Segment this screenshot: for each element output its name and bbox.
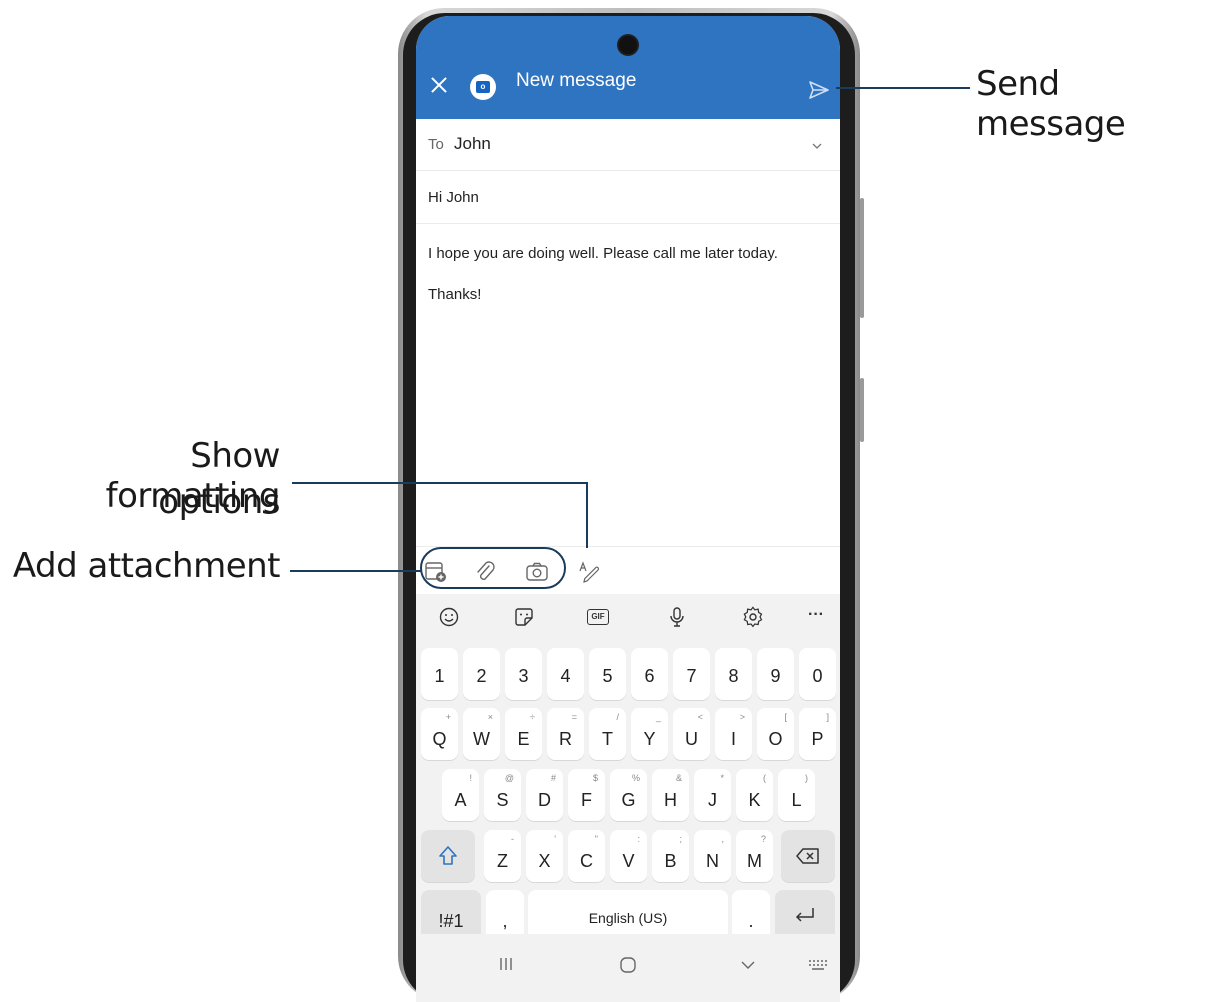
keyboard-key[interactable]: _ Y xyxy=(631,708,668,760)
microphone-icon[interactable] xyxy=(666,606,688,628)
keyboard-key[interactable]: > I xyxy=(715,708,752,760)
keyboard-key[interactable]: ,N xyxy=(694,830,731,882)
keyboard-key[interactable]: ÷ E xyxy=(505,708,542,760)
keyboard-key[interactable]: ? M xyxy=(736,830,773,882)
keyboard-key[interactable]: < U xyxy=(673,708,710,760)
callout-add-attachment: Add attachment xyxy=(12,546,281,586)
message-body-line[interactable]: I hope you are doing well. Please call m… xyxy=(428,245,778,262)
keyboard-key[interactable]: × W xyxy=(463,708,500,760)
keyboard-key[interactable]: 3 xyxy=(505,648,542,700)
to-label: To xyxy=(428,136,444,153)
phone-screen: o New message To John Hi John I hope you… xyxy=(416,16,840,1002)
power-button xyxy=(860,378,864,442)
subject-field[interactable]: Hi John xyxy=(428,189,479,206)
keyboard-key[interactable]: 6 xyxy=(631,648,668,700)
keyboard-switch-icon[interactable] xyxy=(808,958,828,972)
keyboard-key[interactable]: 8 xyxy=(715,648,752,700)
keyboard-key[interactable]: $ F xyxy=(568,769,605,821)
format-text-icon[interactable] xyxy=(578,561,602,583)
keyboard-key[interactable]: ! A xyxy=(442,769,479,821)
message-body-line[interactable]: Thanks! xyxy=(428,286,481,303)
keyboard-key[interactable]: -Z xyxy=(484,830,521,882)
backspace-key[interactable] xyxy=(781,830,835,882)
callout-formatting-line2: options xyxy=(158,482,280,522)
recent-apps-icon[interactable] xyxy=(498,956,514,972)
recipient-chip[interactable]: John xyxy=(454,134,491,154)
volume-button xyxy=(860,198,864,318)
keyboard-key[interactable]: 4 xyxy=(547,648,584,700)
keyboard-key[interactable]: % G xyxy=(610,769,647,821)
keyboard-key[interactable]: [O xyxy=(757,708,794,760)
hide-keyboard-icon[interactable] xyxy=(740,960,756,970)
more-options-icon[interactable]: ··· xyxy=(808,606,830,628)
keyboard-toolbar: GIF ··· xyxy=(416,594,840,640)
app-header: o New message xyxy=(416,16,840,119)
backspace-icon xyxy=(796,848,819,864)
callout-line-formatting xyxy=(292,482,588,484)
keyboard-key[interactable]: :V xyxy=(610,830,647,882)
keyboard-key[interactable]: ] P xyxy=(799,708,836,760)
header-title: New message xyxy=(516,70,637,91)
front-camera xyxy=(619,36,637,54)
keyboard-key[interactable]: 2 xyxy=(463,648,500,700)
send-icon[interactable] xyxy=(808,79,830,101)
keyboard-key[interactable]: & H xyxy=(652,769,689,821)
gif-icon[interactable]: GIF xyxy=(587,609,609,625)
attachment-highlight xyxy=(420,547,566,589)
callout-line-attachment xyxy=(290,570,422,572)
keyboard-key[interactable]: ) L xyxy=(778,769,815,821)
keyboard-key[interactable]: ' X xyxy=(526,830,563,882)
enter-icon xyxy=(795,908,814,922)
keyboard-key[interactable]: " C xyxy=(568,830,605,882)
callout-line-formatting-vertical xyxy=(586,482,588,548)
subject-field-row[interactable]: Hi John xyxy=(416,171,840,224)
keyboard-key[interactable]: 9 xyxy=(757,648,794,700)
callout-send-message: Send message xyxy=(976,64,1126,144)
keyboard-key[interactable]: 5 xyxy=(589,648,626,700)
close-icon[interactable] xyxy=(430,76,448,94)
keyboard-key[interactable]: ; B xyxy=(652,830,689,882)
settings-gear-icon[interactable] xyxy=(742,606,764,628)
keyboard-key[interactable]: 0 xyxy=(799,648,836,700)
shift-arrow-icon xyxy=(439,846,457,865)
keyboard-key[interactable]: = R xyxy=(547,708,584,760)
keyboard-key[interactable]: * J xyxy=(694,769,731,821)
keyboard-key[interactable]: 7 xyxy=(673,648,710,700)
emoji-icon[interactable] xyxy=(438,606,460,628)
callout-line-send xyxy=(836,87,970,89)
keyboard-key[interactable]: / T xyxy=(589,708,626,760)
to-field-row[interactable]: To John xyxy=(416,119,840,171)
keyboard-key[interactable]: + Q xyxy=(421,708,458,760)
shift-key[interactable] xyxy=(421,830,475,882)
navigation-bar xyxy=(416,934,840,1002)
home-icon[interactable] xyxy=(619,956,637,974)
keyboard-key[interactable]: (K xyxy=(736,769,773,821)
keyboard: GIF ··· 1 2 3 4 5 6 7 8 9 0 + Q × W ÷ E = R / T _ Y < U > I[O] P ! A… xyxy=(416,594,840,1002)
keyboard-key[interactable]: @ S xyxy=(484,769,521,821)
outlook-logo: o xyxy=(470,74,496,100)
chevron-down-icon[interactable] xyxy=(812,141,822,151)
keyboard-key[interactable]: # D xyxy=(526,769,563,821)
keyboard-key[interactable]: 1 xyxy=(421,648,458,700)
sticker-icon[interactable] xyxy=(513,606,535,628)
